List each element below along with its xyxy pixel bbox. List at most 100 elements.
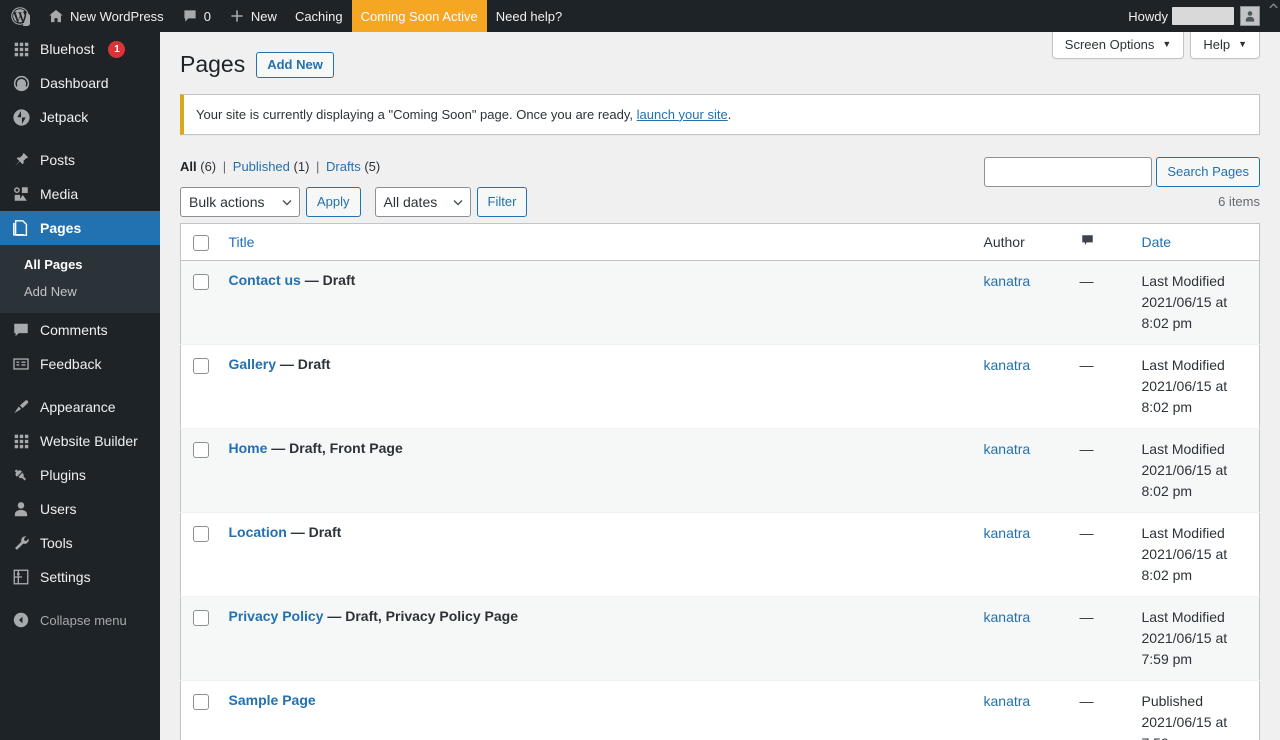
row-select-checkbox[interactable]: [193, 358, 209, 375]
chevron-down-icon: ▼: [1162, 39, 1172, 49]
admin-sidebar-menu: Bluehost 1 Dashboard Jetpack Posts Media…: [0, 32, 168, 740]
table-row[interactable]: Sample Page kanatra — Published 2021/06/15 a…: [181, 681, 1260, 740]
post-state-label: — Draft: [286, 524, 342, 541]
row-date-cell: Last Modified 2021/06/15 at 7:59 pm: [1132, 597, 1260, 681]
site-name-button[interactable]: New WordPress: [39, 0, 173, 32]
coming-soon-status-button[interactable]: Coming Soon Active: [351, 0, 487, 32]
sidebar-item-users[interactable]: Users: [0, 492, 160, 526]
page-title-link[interactable]: Sample Page: [229, 692, 316, 708]
home-icon: [48, 8, 64, 24]
page-title-link[interactable]: Location: [229, 524, 287, 540]
caching-label: Caching: [294, 8, 343, 24]
bulk-actions-select[interactable]: Bulk actions: [180, 186, 300, 217]
sidebar-item-tools[interactable]: Tools: [0, 526, 160, 560]
author-link[interactable]: kanatra: [984, 609, 1031, 625]
sidebar-item-add-new-page[interactable]: Add New: [0, 278, 160, 305]
help-label: Help: [1203, 37, 1231, 52]
comment-bubble-icon: [11, 320, 31, 340]
site-name-label: New WordPress: [70, 8, 164, 24]
sidebar-item-dashboard[interactable]: Dashboard: [0, 66, 160, 100]
row-author-cell: kanatra: [974, 597, 1070, 681]
filter-head: All (6) | Published (1) | Drafts (5) Sea…: [180, 156, 1260, 187]
author-link[interactable]: kanatra: [984, 693, 1031, 709]
select-all-checkbox-top[interactable]: [193, 234, 209, 251]
plug-icon: [11, 465, 31, 485]
sidebar-item-comments[interactable]: Comments: [0, 313, 160, 347]
sidebar-item-feedback[interactable]: Feedback: [0, 347, 160, 381]
add-new-page-button[interactable]: Add New: [256, 51, 334, 78]
row-select-checkbox[interactable]: [193, 442, 209, 459]
page-title-link[interactable]: Gallery: [229, 356, 276, 372]
table-row[interactable]: Privacy Policy — Draft, Privacy Policy P…: [180, 596, 1260, 681]
sidebar-item-appearance[interactable]: Appearance: [0, 390, 160, 424]
row-author-cell: kanatra: [974, 261, 1070, 345]
table-row[interactable]: Location — Draft kanatra — Last Modified 202…: [180, 513, 1260, 597]
need-help-button[interactable]: Need help?: [487, 0, 572, 32]
select-all-header: [180, 223, 219, 261]
row-select-checkbox[interactable]: [193, 610, 209, 627]
screen-options-toggle-button[interactable]: Screen Options ▼: [1051, 32, 1185, 59]
filter-button[interactable]: Filter: [476, 186, 528, 217]
view-drafts-label[interactable]: Drafts: [326, 159, 361, 174]
sidebar-item-settings[interactable]: Settings: [0, 560, 160, 594]
author-link[interactable]: kanatra: [984, 357, 1031, 373]
page-title-link[interactable]: Contact us: [229, 272, 301, 288]
my-account-button[interactable]: Howdy: [1119, 0, 1266, 32]
table-body: Contact us — Draft kanatra — Last Modified 2…: [180, 260, 1260, 740]
view-drafts-count: (5): [364, 158, 381, 174]
table-row[interactable]: Gallery — Draft kanatra — Last Modified 2021…: [180, 345, 1260, 429]
table-row[interactable]: Home — Draft, Front Page kanatra — Last Mod…: [180, 428, 1260, 513]
collapse-menu-button[interactable]: Collapse menu: [0, 603, 160, 637]
wordpress-logo-button[interactable]: [0, 0, 39, 32]
sidebar-separator: [0, 594, 160, 603]
sort-by-date-link[interactable]: Date: [1142, 234, 1172, 250]
sidebar-item-jetpack[interactable]: Jetpack: [0, 100, 160, 134]
column-header-comments[interactable]: [1069, 223, 1132, 261]
view-all-label[interactable]: All: [180, 159, 197, 174]
tablenav-top: Bulk actions Apply All dates Filter 6 it…: [180, 186, 1260, 217]
author-link[interactable]: kanatra: [984, 441, 1031, 457]
column-header-title[interactable]: Title: [218, 223, 974, 261]
row-title-cell: Home — Draft, Front Page: [219, 429, 974, 513]
search-input[interactable]: [984, 156, 1153, 187]
caching-button[interactable]: Caching: [286, 0, 352, 32]
date-status-label: Last Modified: [1141, 441, 1225, 458]
row-select-cell: [181, 261, 219, 345]
view-published-label[interactable]: Published: [233, 159, 290, 174]
search-pages-button[interactable]: Search Pages: [1156, 156, 1260, 187]
sort-by-title-link[interactable]: Title: [229, 234, 255, 250]
sidebar-item-media[interactable]: Media: [0, 177, 160, 211]
column-header-date[interactable]: Date: [1131, 223, 1260, 261]
date-filter-select-wrap: All dates: [374, 186, 471, 217]
help-toggle-button[interactable]: Help ▼: [1190, 32, 1260, 59]
row-select-checkbox[interactable]: [193, 526, 209, 543]
username-redacted: [1172, 7, 1234, 25]
howdy-label: Howdy: [1128, 8, 1168, 24]
sidebar-item-posts[interactable]: Posts: [0, 143, 160, 177]
date-filter-select[interactable]: All dates: [374, 186, 471, 217]
view-all-count: (6): [200, 158, 217, 174]
sidebar-item-label: Pages: [40, 220, 82, 236]
view-published-count: (1): [293, 158, 310, 174]
page-title-link[interactable]: Privacy Policy: [229, 608, 324, 624]
launch-your-site-link[interactable]: launch your site: [637, 107, 728, 122]
table-row[interactable]: Contact us — Draft kanatra — Last Modified 2…: [180, 260, 1260, 345]
row-comments-cell: —: [1070, 513, 1132, 597]
apply-bulk-action-button[interactable]: Apply: [306, 186, 361, 217]
sidebar-item-all-pages[interactable]: All Pages: [0, 251, 160, 278]
views-filter-list: All (6) | Published (1) | Drafts (5): [180, 157, 380, 178]
new-content-button[interactable]: New: [220, 0, 286, 32]
row-select-checkbox[interactable]: [193, 274, 209, 291]
author-link[interactable]: kanatra: [984, 525, 1031, 541]
sidebar-item-pages[interactable]: Pages: [0, 211, 168, 245]
page-title-link[interactable]: Home: [229, 440, 268, 456]
jetpack-icon: [11, 107, 31, 127]
sidebar-item-website-builder[interactable]: Website Builder: [0, 424, 160, 458]
sidebar-item-bluehost[interactable]: Bluehost 1: [0, 32, 160, 66]
sidebar-separator: [0, 134, 160, 143]
comments-button[interactable]: 0: [173, 0, 220, 32]
post-state-label: — Draft: [300, 272, 356, 289]
author-link[interactable]: kanatra: [984, 273, 1031, 289]
row-select-checkbox[interactable]: [193, 694, 209, 711]
sidebar-item-plugins[interactable]: Plugins: [0, 458, 160, 492]
